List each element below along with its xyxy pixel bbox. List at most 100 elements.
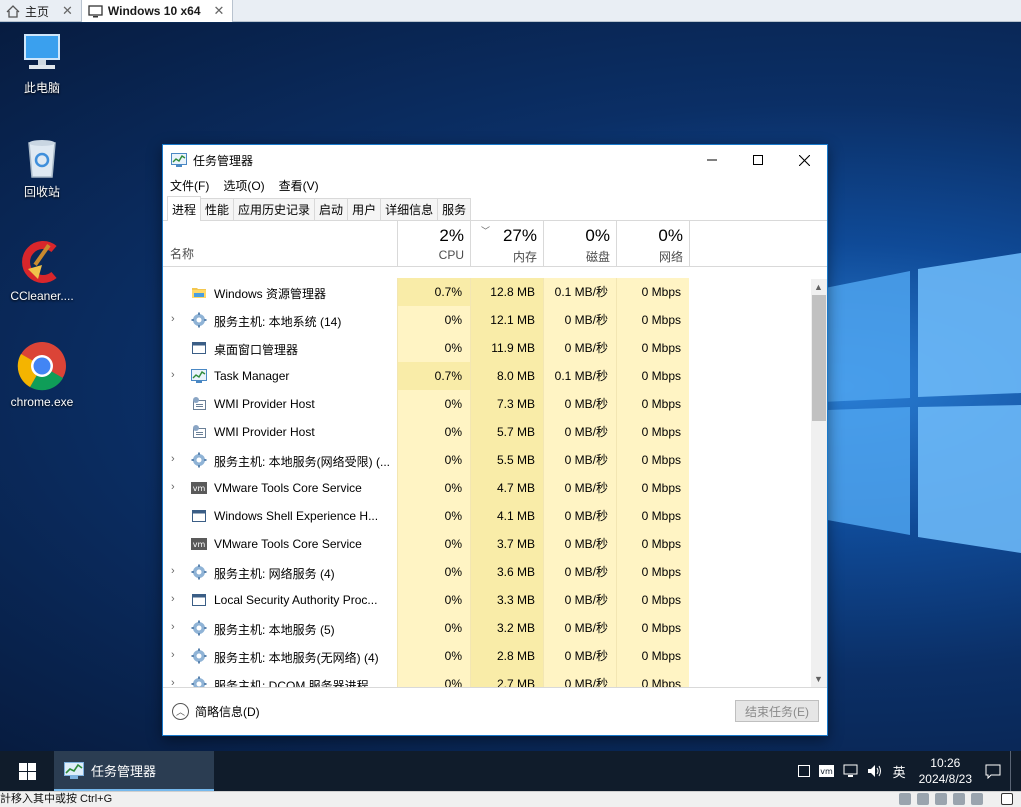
tab-services[interactable]: 服务 [437,198,472,220]
column-header-disk[interactable]: 0% 磁盘 [543,221,616,267]
desktop-icon-recycle-bin[interactable]: 回收站 [0,135,84,200]
vertical-scrollbar[interactable]: ▲ ▼ [811,279,827,687]
host-tab-home[interactable]: 主页 ✕ [0,0,82,22]
usb-icon[interactable] [953,793,965,805]
sound-device-icon[interactable] [971,793,983,805]
process-row[interactable]: › 服务主机: 本地系统 (14) 0% 12.1 MB 0 MB/秒 0 Mbps [163,306,813,334]
expand-chevron-icon[interactable]: › [171,453,175,465]
expand-chevron-icon[interactable]: › [171,593,175,605]
process-cpu: 0% [397,446,470,474]
network-adapter-icon[interactable] [935,793,947,805]
process-row[interactable]: › 服务主机: 网络服务 (4) 0% 3.6 MB 0 MB/秒 0 Mbps [163,558,813,586]
expand-chevron-icon[interactable]: › [171,677,175,687]
process-cpu: 0% [397,558,470,586]
process-row[interactable]: WMI Provider Host 0% 5.7 MB 0 MB/秒 0 Mbps [163,418,813,446]
expand-chevron-icon[interactable]: › [171,621,175,633]
process-row[interactable]: WMI Provider Host 0% 7.3 MB 0 MB/秒 0 Mbps [163,390,813,418]
process-row[interactable]: Windows 资源管理器 0.7% 12.8 MB 0.1 MB/秒 0 Mbps [163,278,813,306]
close-icon [798,154,810,166]
fullscreen-icon[interactable] [1001,793,1013,805]
menu-options[interactable]: 选项(O) [223,177,264,194]
process-disk: 0 MB/秒 [543,530,616,558]
close-icon[interactable]: ✕ [214,3,225,19]
process-row[interactable]: › Task Manager 0.7% 8.0 MB 0.1 MB/秒 0 Mbps [163,362,813,390]
process-row[interactable]: › vm VMware Tools Core Service 0% 4.7 MB 0 MB… [163,474,813,502]
scroll-down-icon[interactable]: ▼ [814,674,823,684]
process-row[interactable]: 桌面窗口管理器 0% 11.9 MB 0 MB/秒 0 Mbps [163,334,813,362]
svg-text:vm: vm [193,484,206,493]
tab-users[interactable]: 用户 [347,198,382,220]
process-memory: 4.1 MB [470,502,543,530]
menu-view[interactable]: 查看(V) [279,177,319,194]
process-row[interactable]: › 服务主机: DCOM 服务器进程... 0% 2.7 MB 0 MB/秒 0 Mbps [163,670,813,687]
process-row[interactable]: vm VMware Tools Core Service 0% 3.7 MB 0 MB/… [163,530,813,558]
scrollbar-thumb[interactable] [812,295,826,421]
process-network: 0 Mbps [616,558,689,586]
process-disk: 0 MB/秒 [543,670,616,687]
process-name: 服务主机: 本地系统 (14) [214,315,342,329]
process-network: 0 Mbps [616,530,689,558]
tab-processes[interactable]: 进程 [167,196,202,221]
show-desktop-button[interactable] [1010,751,1015,791]
tab-startup[interactable]: 启动 [314,198,349,220]
process-disk: 0 MB/秒 [543,418,616,446]
process-disk: 0.1 MB/秒 [543,278,616,306]
expand-chevron-icon[interactable]: › [171,565,175,577]
process-network: 0 Mbps [616,642,689,670]
title-bar[interactable]: 任务管理器 [163,145,827,175]
process-name: WMI Provider Host [214,425,315,439]
close-button[interactable] [781,145,827,175]
tab-performance[interactable]: 性能 [200,198,235,220]
expand-chevron-icon[interactable]: › [171,649,175,661]
process-cpu: 0.7% [397,278,470,306]
desktop-icon-this-pc[interactable]: 此电脑 [0,31,84,96]
process-disk: 0 MB/秒 [543,642,616,670]
volume-icon[interactable] [867,764,884,778]
process-row[interactable]: › 服务主机: 本地服务(网络受限) (... 0% 5.5 MB 0 MB/秒 0 Mb… [163,446,813,474]
expand-chevron-icon[interactable]: › [171,369,175,381]
scroll-up-icon[interactable]: ▲ [814,282,823,292]
process-memory: 12.1 MB [470,306,543,334]
disc-icon[interactable] [917,793,929,805]
menu-file[interactable]: 文件(F) [170,177,209,194]
svg-text:vm: vm [820,767,833,776]
process-cpu: 0.7% [397,362,470,390]
process-disk: 0 MB/秒 [543,390,616,418]
clock[interactable]: 10:26 2024/8/23 [915,755,976,787]
action-center-icon[interactable] [985,764,1001,779]
tab-app-history[interactable]: 应用历史记录 [233,198,316,220]
taskbar-app-task-manager[interactable]: 任务管理器 [54,751,214,791]
cpu-total: 2% [439,226,464,245]
process-disk: 0 MB/秒 [543,502,616,530]
column-header-memory[interactable]: ﹀ 27% 内存 [470,221,543,267]
process-row[interactable]: › Local Security Authority Proc... 0% 3.3 M… [163,586,813,614]
desktop-icon-ccleaner[interactable]: CCleaner.... [0,239,84,303]
end-task-button[interactable]: 结束任务(E) [735,700,819,722]
column-header-cpu[interactable]: 2% CPU [397,221,470,267]
start-button[interactable] [0,751,54,791]
column-header-row: 名称 2% CPU ﹀ 27% 内存 0% 磁盘 0% 网络 [163,221,827,267]
host-tab-vm[interactable]: Windows 10 x64 ✕ [81,0,234,22]
notification-square-icon[interactable] [797,765,810,777]
desktop-icon-chrome[interactable]: chrome.exe [0,341,84,409]
tab-details[interactable]: 详细信息 [380,198,439,220]
vmware-tray-icon[interactable]: vm [818,765,834,777]
desktop-icon-label: 回收站 [23,185,60,199]
network-icon[interactable] [843,764,858,778]
fewer-details-button[interactable]: ︿ 简略信息(D) [172,703,260,720]
expand-chevron-icon[interactable]: › [171,313,175,325]
expand-chevron-icon[interactable]: › [171,481,175,493]
process-cpu: 0% [397,614,470,642]
column-header-network[interactable]: 0% 网络 [616,221,689,267]
process-row[interactable]: Windows Shell Experience H... 0% 4.1 MB 0 M… [163,502,813,530]
minimize-button[interactable] [689,145,735,175]
vm-host-tab-strip: 主页 ✕ Windows 10 x64 ✕ [0,0,1021,22]
chrome-icon [17,342,66,391]
close-icon[interactable]: ✕ [62,3,73,19]
device-icon[interactable] [899,793,911,805]
maximize-button[interactable] [735,145,781,175]
process-row[interactable]: › 服务主机: 本地服务(无网络) (4) 0% 2.8 MB 0 MB/秒 0 Mbps [163,642,813,670]
column-header-name[interactable]: 名称 [170,245,194,262]
ime-indicator[interactable]: 英 [893,762,906,781]
process-row[interactable]: › 服务主机: 本地服务 (5) 0% 3.2 MB 0 MB/秒 0 Mbps [163,614,813,642]
